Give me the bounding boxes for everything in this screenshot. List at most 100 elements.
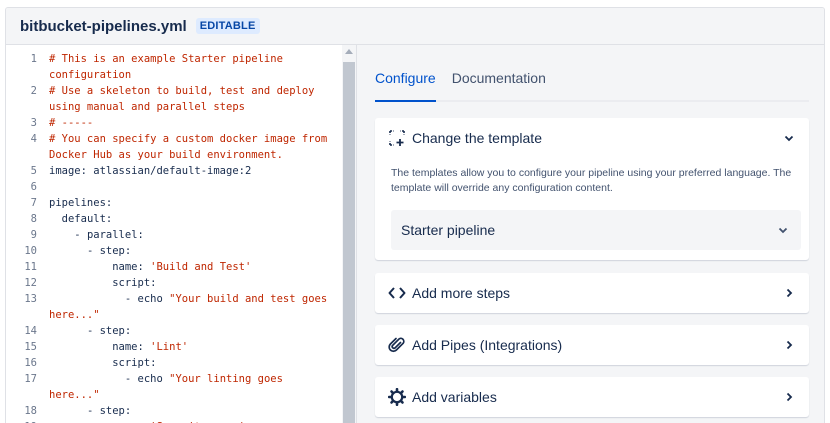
chevron-right-icon [781, 389, 797, 405]
code-line[interactable]: 12 script: [6, 275, 356, 291]
code-line[interactable]: 19 name: 'Security scan' [6, 419, 356, 423]
line-content: - step: [49, 243, 329, 259]
code-token: - parallel: [49, 229, 144, 241]
code-token: # This is an example Starter pipeline co… [49, 53, 290, 81]
chevron-right-icon [781, 337, 797, 353]
code-line[interactable]: 1 # This is an example Starter pipeline c… [6, 51, 356, 83]
code-line[interactable]: 13 - echo "Your build and test goes here… [6, 291, 356, 323]
code-line[interactable]: 15 name: 'Lint' [6, 339, 356, 355]
line-content: - echo "Your build and test goes here...… [49, 291, 329, 323]
code-line[interactable]: 9 - parallel: [6, 227, 356, 243]
line-content: - echo "Your linting goes here..." [49, 371, 329, 403]
code-token: 'Build and Test' [150, 261, 252, 273]
line-number: 1 [30, 53, 37, 65]
file-header: bitbucket-pipelines.yml EDITABLE [6, 8, 824, 45]
chevron-right-icon [781, 285, 797, 301]
tab-configure[interactable]: Configure [375, 70, 436, 102]
code-line[interactable]: 16 script: [6, 355, 356, 371]
line-number: 19 [6, 419, 49, 423]
add-variables-card[interactable]: Add variables [375, 377, 809, 417]
add-more-steps-header[interactable]: Add more steps [375, 273, 809, 313]
line-content: # This is an example Starter pipeline co… [49, 51, 329, 83]
line-content: script: [49, 355, 329, 371]
code-line[interactable]: 10 - step: [6, 243, 356, 259]
code-line[interactable]: 6 [6, 179, 356, 195]
line-content: - step: [49, 403, 329, 419]
code-editor[interactable]: 1 # This is an example Starter pipeline c… [6, 45, 356, 423]
line-number: 7 [30, 197, 37, 209]
line-number: 13 [24, 293, 37, 305]
code-line[interactable]: 8 default: [6, 211, 356, 227]
line-number: 10 [24, 245, 37, 257]
line-number: 18 [24, 405, 37, 417]
code-token: : atlassian/default-image: [80, 165, 245, 177]
line-content: script: [49, 275, 329, 291]
line-number: 17 [24, 373, 37, 385]
line-content: # You can specify a custom docker image … [49, 131, 329, 163]
line-content: name: 'Lint' [49, 339, 329, 355]
code-line[interactable]: 11 name: 'Build and Test' [6, 259, 356, 275]
code-line[interactable]: 18 - step: [6, 403, 356, 419]
line-content: - step: [49, 323, 329, 339]
add-pipes-header[interactable]: Add Pipes (Integrations) [375, 325, 809, 365]
line-number: 3 [30, 117, 37, 129]
template-select[interactable]: Starter pipeline [391, 210, 801, 250]
code-token: - step: [49, 405, 132, 417]
line-content: - parallel: [49, 227, 329, 243]
add-pipes-title: Add Pipes (Integrations) [412, 337, 563, 353]
code-token: name: [49, 261, 151, 273]
line-content: default: [49, 211, 329, 227]
chevron-down-icon[interactable] [781, 130, 797, 146]
tab-documentation[interactable]: Documentation [452, 70, 546, 100]
code-line[interactable]: 2 # Use a skeleton to build, test and dep… [6, 83, 356, 115]
change-template-title: Change the template [412, 130, 542, 146]
code-line[interactable]: 7 pipelines: [6, 195, 356, 211]
config-panel: Configure Documentation Change the templ… [356, 45, 824, 423]
code-token: - echo [49, 373, 170, 385]
code-token: image [49, 165, 81, 177]
code-line[interactable]: 14 - step: [6, 323, 356, 339]
line-number: 14 [24, 325, 37, 337]
pipeline-editor-frame: bitbucket-pipelines.yml EDITABLE 1 # This… [5, 7, 825, 423]
code-icon [387, 283, 407, 303]
line-content [49, 179, 329, 195]
file-name: bitbucket-pipelines.yml [20, 17, 187, 35]
editable-badge: EDITABLE [195, 18, 260, 34]
code-token: 2 [244, 165, 252, 177]
line-number: 8 [30, 213, 37, 225]
code-line[interactable]: 5 image: atlassian/default-image:2 [6, 163, 356, 179]
panel-tabs: Configure Documentation [375, 70, 809, 102]
line-number: 5 [30, 165, 37, 177]
code-line[interactable]: 17 - echo "Your linting goes here..." [6, 371, 356, 403]
code-token: name: [49, 341, 151, 353]
line-content: name: 'Build and Test' [49, 259, 329, 275]
line-number: 15 [24, 341, 37, 353]
code-line[interactable]: 4 # You can specify a custom docker image… [6, 131, 356, 163]
code-line[interactable]: 3 # ----- [6, 115, 356, 131]
scrollbar-thumb[interactable] [343, 62, 355, 423]
chevron-down-icon [775, 222, 791, 238]
change-template-header[interactable]: Change the template [375, 118, 809, 158]
line-number: 9 [30, 229, 37, 241]
line-number: 4 [30, 133, 37, 145]
add-more-steps-title: Add more steps [412, 285, 511, 301]
code-token: script: [49, 357, 157, 369]
code-token: default: [49, 213, 113, 225]
change-template-card: Change the template The templates allow … [375, 118, 809, 260]
line-content: image: atlassian/default-image:2 [49, 163, 329, 179]
code-lines: 1 # This is an example Starter pipeline c… [6, 45, 356, 423]
add-more-steps-card[interactable]: Add more steps [375, 273, 809, 313]
line-number: 12 [24, 277, 37, 289]
template-description: The templates allow you to configure you… [391, 167, 792, 194]
add-pipes-card[interactable]: Add Pipes (Integrations) [375, 325, 809, 365]
line-number: 16 [24, 357, 37, 369]
template-add-icon [387, 128, 407, 148]
code-token: # Use a skeleton to build, test and depl… [49, 85, 321, 113]
add-variables-header[interactable]: Add variables [375, 377, 809, 417]
paperclip-icon [387, 335, 407, 355]
line-content: # Use a skeleton to build, test and depl… [49, 83, 329, 115]
code-token: script: [49, 277, 157, 289]
code-token: # You can specify a custom docker image … [49, 133, 334, 161]
scroll-up-arrow-icon[interactable] [345, 49, 353, 54]
editor-scrollbar[interactable] [342, 45, 356, 423]
